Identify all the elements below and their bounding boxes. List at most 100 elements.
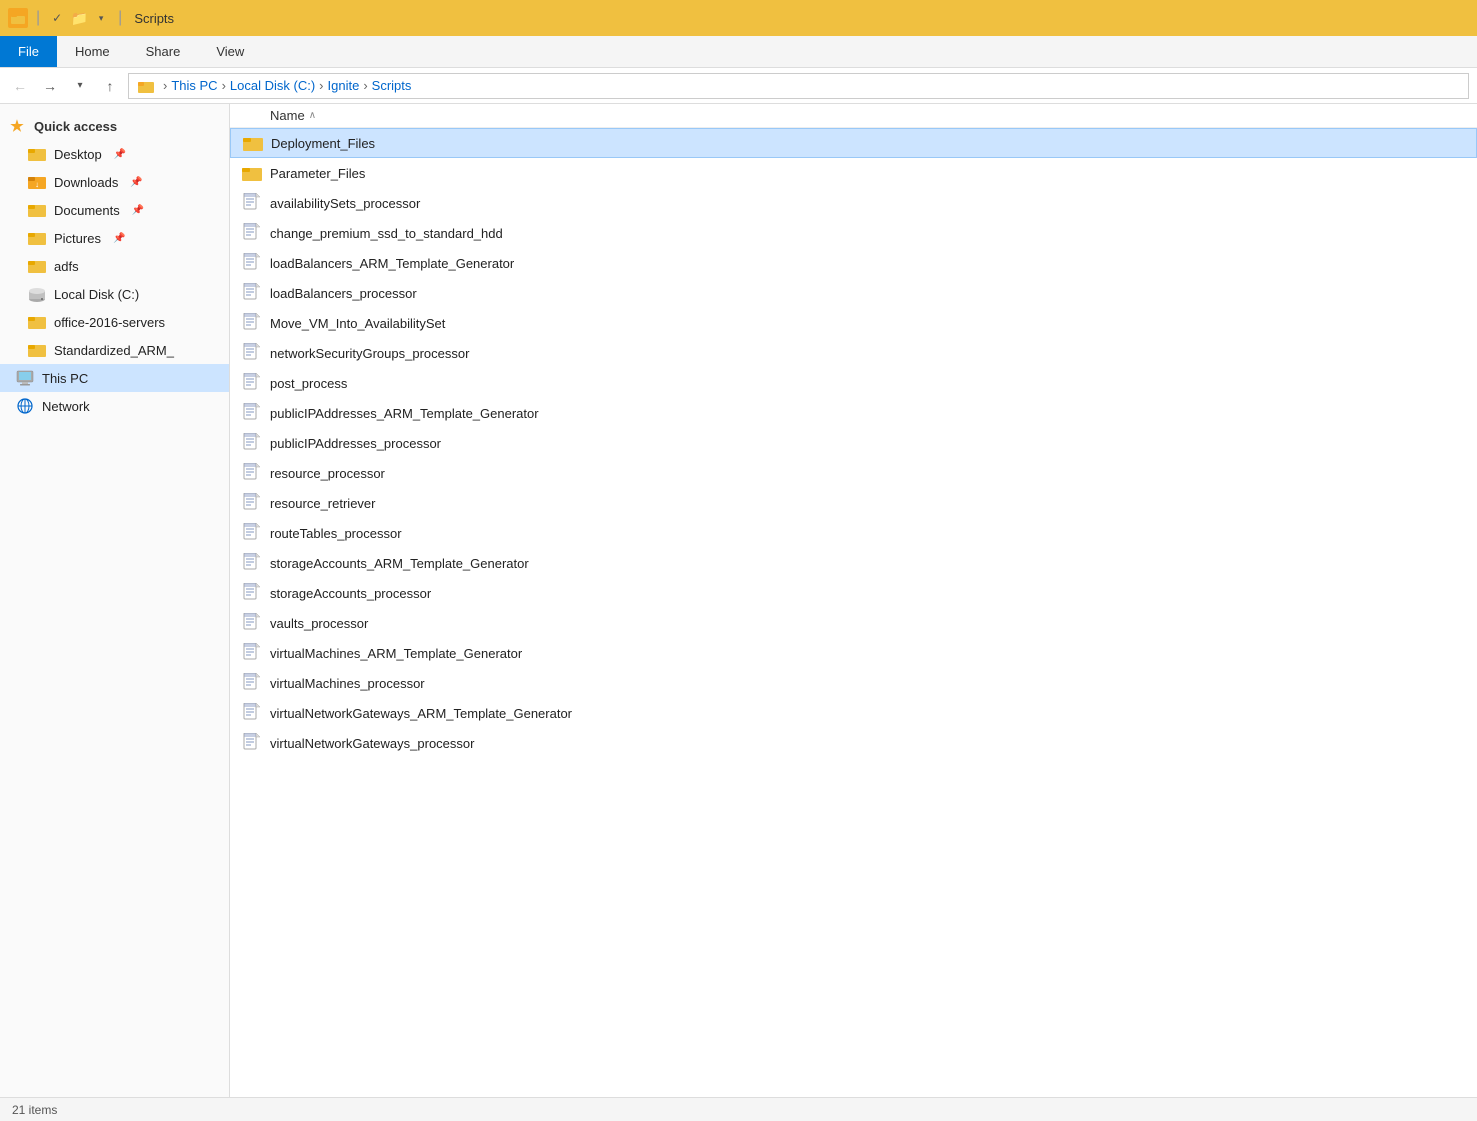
sidebar-downloads-label: Downloads	[54, 175, 118, 190]
undo-icon[interactable]: ✓	[48, 9, 66, 27]
table-row[interactable]: storageAccounts_processor	[230, 578, 1477, 608]
table-row[interactable]: Parameter_Files	[230, 158, 1477, 188]
sidebar-item-adfs[interactable]: adfs	[0, 252, 229, 280]
script-icon	[242, 193, 262, 213]
table-row[interactable]: resource_retriever	[230, 488, 1477, 518]
path-separator-3: ›	[363, 78, 367, 93]
script-icon	[242, 343, 262, 363]
table-row[interactable]: publicIPAddresses_processor	[230, 428, 1477, 458]
table-row[interactable]: vaults_processor	[230, 608, 1477, 638]
table-row[interactable]: routeTables_processor	[230, 518, 1477, 548]
sidebar-office-label: office-2016-servers	[54, 315, 165, 330]
sidebar-item-documents[interactable]: Documents 📌	[0, 196, 229, 224]
path-separator-1: ›	[222, 78, 226, 93]
table-row[interactable]: virtualNetworkGateways_processor	[230, 728, 1477, 758]
file-rows-container: Deployment_Files Parameter_Files availab…	[230, 128, 1477, 758]
back-button[interactable]: ←	[8, 74, 32, 98]
tab-share[interactable]: Share	[128, 36, 199, 67]
sidebar-item-network[interactable]: Network	[0, 392, 229, 420]
sidebar-item-pictures[interactable]: Pictures 📌	[0, 224, 229, 252]
tab-file[interactable]: File	[0, 36, 57, 67]
up-button[interactable]: ↑	[98, 74, 122, 98]
address-path[interactable]: › This PC › Local Disk (C:) › Ignite › S…	[128, 73, 1469, 99]
file-name-label: virtualNetworkGateways_processor	[270, 736, 474, 751]
sidebar-documents-label: Documents	[54, 203, 120, 218]
file-name-label: availabilitySets_processor	[270, 196, 420, 211]
title-bar: | ✓ 📁 ▾ | Scripts	[0, 0, 1477, 36]
forward-button[interactable]: →	[38, 74, 62, 98]
folder-icon-tb[interactable]: 📁	[70, 9, 88, 27]
downloads-folder-icon: ↓	[28, 173, 46, 191]
table-row[interactable]: virtualNetworkGateways_ARM_Template_Gene…	[230, 698, 1477, 728]
table-row[interactable]: virtualMachines_processor	[230, 668, 1477, 698]
adfs-folder-icon	[28, 257, 46, 275]
tb-arrow[interactable]: ▾	[92, 9, 110, 27]
table-row[interactable]: change_premium_ssd_to_standard_hdd	[230, 218, 1477, 248]
documents-pin-icon: 📌	[132, 205, 144, 216]
path-localdisk[interactable]: Local Disk (C:)	[230, 78, 315, 93]
path-thispc[interactable]: This PC	[171, 78, 217, 93]
script-icon	[242, 373, 262, 393]
table-row[interactable]: Move_VM_Into_AvailabilitySet	[230, 308, 1477, 338]
script-icon	[242, 583, 262, 603]
sidebar-quick-access-label: Quick access	[34, 119, 117, 134]
file-list: Name ∧ Deployment_Files Parameter_Files …	[230, 104, 1477, 1097]
path-ignite[interactable]: Ignite	[328, 78, 360, 93]
app-icon	[8, 8, 28, 28]
tab-home[interactable]: Home	[57, 36, 128, 67]
script-icon	[242, 553, 262, 573]
sidebar-item-downloads[interactable]: ↓ Downloads 📌	[0, 168, 229, 196]
script-icon	[242, 523, 262, 543]
sidebar-item-office[interactable]: office-2016-servers	[0, 308, 229, 336]
downloads-pin-icon: 📌	[130, 177, 142, 188]
sidebar-item-desktop[interactable]: Desktop 📌	[0, 140, 229, 168]
star-icon: ★	[8, 117, 26, 135]
folder-icon	[242, 163, 262, 183]
sidebar-item-arm[interactable]: Standardized_ARM_	[0, 336, 229, 364]
recent-locations-button[interactable]: ▾	[68, 74, 92, 98]
table-row[interactable]: loadBalancers_processor	[230, 278, 1477, 308]
script-icon	[242, 703, 262, 723]
sidebar-adfs-label: adfs	[54, 259, 79, 274]
script-icon	[242, 403, 262, 423]
file-name-label: Deployment_Files	[271, 136, 375, 151]
table-row[interactable]: storageAccounts_ARM_Template_Generator	[230, 548, 1477, 578]
localdisk-icon	[28, 285, 46, 303]
file-name-label: resource_processor	[270, 466, 385, 481]
file-name-label: change_premium_ssd_to_standard_hdd	[270, 226, 503, 241]
table-row[interactable]: loadBalancers_ARM_Template_Generator	[230, 248, 1477, 278]
network-icon	[16, 397, 34, 415]
script-icon	[242, 313, 262, 333]
desktop-pin-icon: 📌	[114, 149, 126, 160]
file-name-label: networkSecurityGroups_processor	[270, 346, 469, 361]
script-icon	[242, 733, 262, 753]
table-row[interactable]: virtualMachines_ARM_Template_Generator	[230, 638, 1477, 668]
column-name-header[interactable]: Name	[270, 108, 305, 123]
file-list-header: Name ∧	[230, 104, 1477, 128]
table-row[interactable]: post_process	[230, 368, 1477, 398]
script-icon	[242, 223, 262, 243]
address-folder-icon	[137, 77, 155, 95]
title-sep2: |	[118, 9, 122, 27]
sidebar-item-localdisk[interactable]: Local Disk (C:)	[0, 280, 229, 308]
table-row[interactable]: publicIPAddresses_ARM_Template_Generator	[230, 398, 1477, 428]
documents-folder-icon	[28, 201, 46, 219]
file-name-label: Parameter_Files	[270, 166, 365, 181]
sidebar-network-label: Network	[42, 399, 90, 414]
quick-access-toolbar[interactable]: ✓ 📁 ▾	[48, 9, 110, 27]
table-row[interactable]: networkSecurityGroups_processor	[230, 338, 1477, 368]
folder-icon	[243, 133, 263, 153]
file-name-label: virtualMachines_processor	[270, 676, 425, 691]
path-scripts[interactable]: Scripts	[372, 78, 412, 93]
table-row[interactable]: Deployment_Files	[230, 128, 1477, 158]
script-icon	[242, 613, 262, 633]
window-title: Scripts	[134, 11, 174, 26]
table-row[interactable]: resource_processor	[230, 458, 1477, 488]
pictures-pin-icon: 📌	[113, 233, 125, 244]
tab-view[interactable]: View	[198, 36, 262, 67]
title-sep: |	[36, 9, 40, 27]
script-icon	[242, 673, 262, 693]
status-text: 21 items	[12, 1103, 57, 1117]
table-row[interactable]: availabilitySets_processor	[230, 188, 1477, 218]
sidebar-item-thispc[interactable]: This PC	[0, 364, 229, 392]
